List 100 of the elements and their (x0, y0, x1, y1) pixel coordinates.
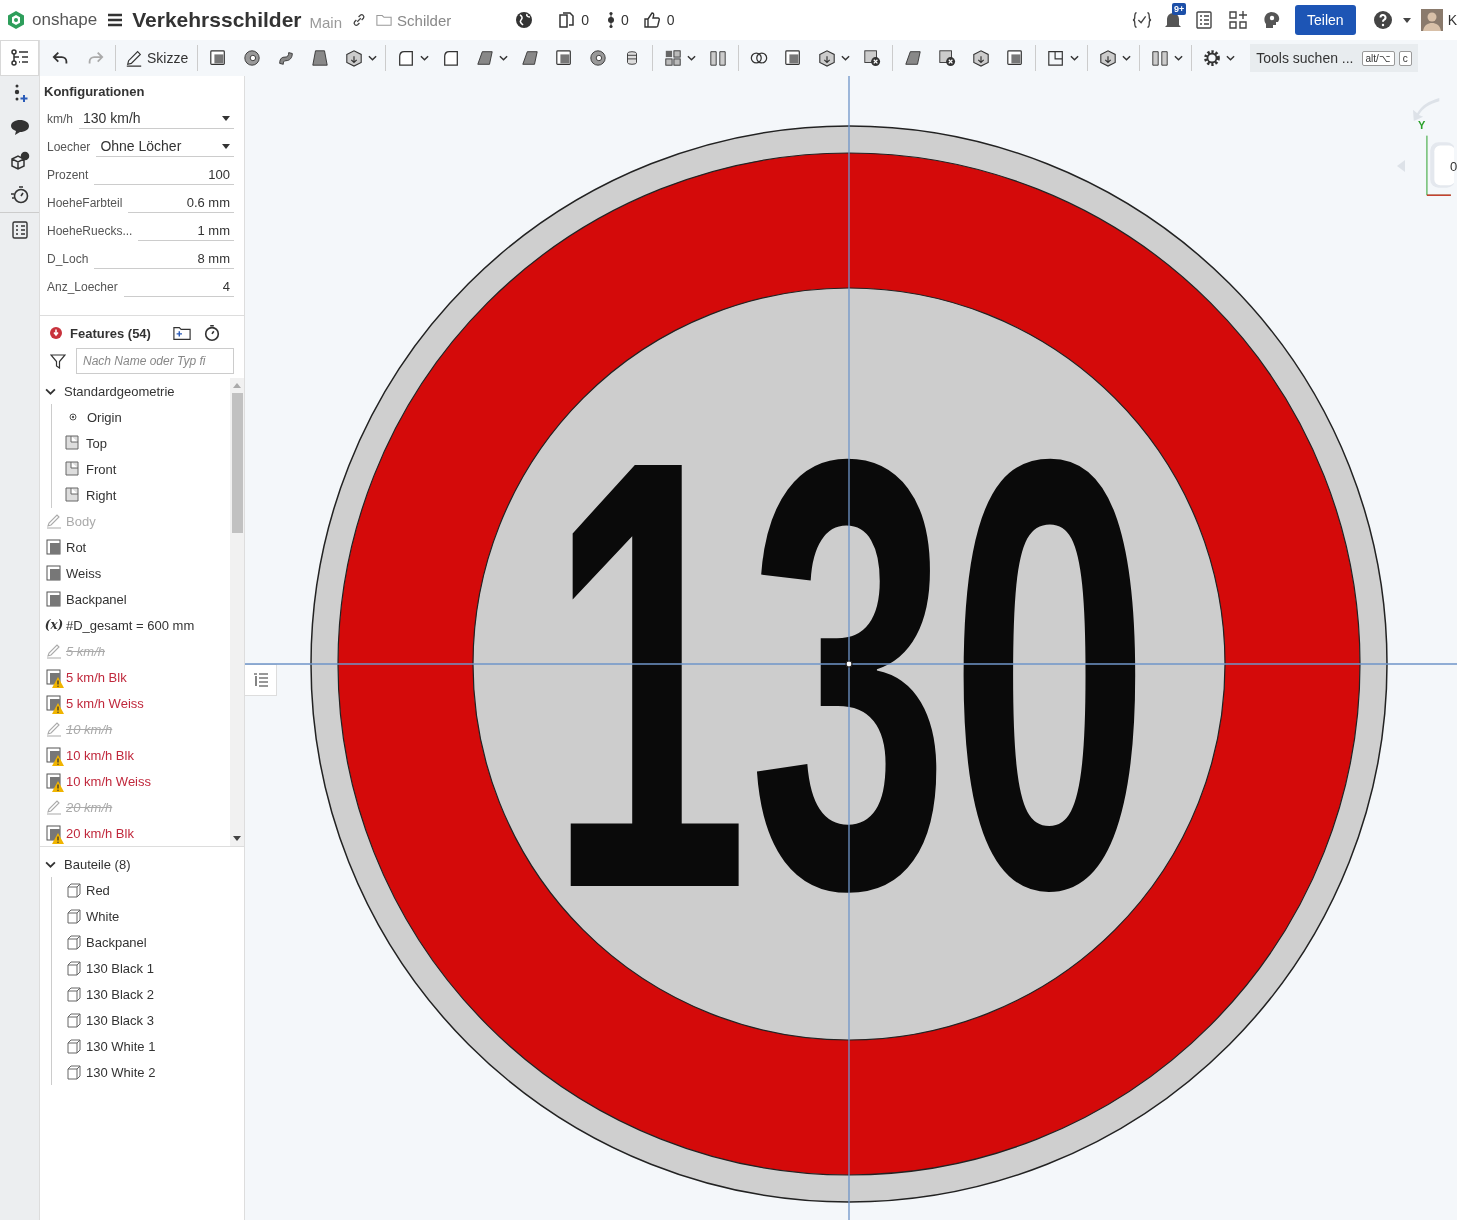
feature-name[interactable]: Origin (87, 409, 122, 425)
checklist-icon[interactable] (1194, 10, 1215, 30)
caret-icon[interactable] (1226, 55, 1236, 61)
menu-icon[interactable] (107, 12, 124, 28)
parameter-field[interactable]: 0.6 mm (128, 195, 234, 213)
part-name[interactable]: 130 White 1 (86, 1038, 156, 1054)
part-icon (65, 908, 81, 924)
scroll-thumb[interactable] (231, 393, 243, 533)
caret-icon[interactable] (420, 55, 430, 61)
part-name[interactable]: Red (86, 882, 110, 898)
pattern-icon[interactable] (664, 49, 683, 67)
part-name[interactable]: 130 Black 2 (86, 986, 154, 1002)
branch-icon[interactable] (607, 11, 616, 29)
feature-name[interactable]: 10 km/h Blk (66, 747, 134, 763)
surface-delete-icon[interactable] (938, 49, 957, 67)
part-name[interactable]: 130 Black 3 (86, 1012, 154, 1028)
shortcut-key: c (1398, 50, 1412, 66)
caret-icon[interactable] (1174, 55, 1184, 61)
tree-group[interactable]: Standardgeometrie (44, 378, 230, 404)
parameter-dropdown[interactable]: Ohne Löcher (96, 138, 234, 157)
chevron-icon[interactable] (45, 387, 56, 395)
revolve-icon[interactable] (243, 49, 262, 67)
feature-name[interactable]: Front (86, 461, 117, 477)
filter-icon[interactable] (50, 353, 66, 369)
caret-icon[interactable] (687, 55, 697, 61)
part-name[interactable]: 130 White 2 (86, 1064, 156, 1080)
copy-count: 0 (581, 12, 590, 28)
stopwatch-icon[interactable] (202, 324, 221, 342)
parameter-field[interactable]: 4 (123, 279, 234, 297)
cone-icon[interactable] (311, 49, 330, 67)
thumbs-up-icon[interactable] (642, 11, 661, 29)
filter-field[interactable]: Nach Name oder Typ fi (76, 348, 234, 374)
shortcut-key: alt/⌥ (1361, 50, 1395, 66)
caret-icon[interactable] (1122, 55, 1132, 61)
extrude-icon (46, 565, 62, 581)
caret-icon[interactable] (841, 55, 851, 61)
help-icon[interactable] (1372, 10, 1393, 30)
fillet-icon[interactable] (397, 49, 416, 67)
wedge-icon[interactable] (476, 49, 495, 67)
parameter-field[interactable]: 1 mm (138, 223, 234, 241)
feature-name[interactable]: Rot (66, 539, 87, 555)
feature-name[interactable]: 5 km/h Weiss (66, 695, 144, 711)
tree-group[interactable]: Bauteile (8) (44, 851, 244, 877)
pencil-icon (46, 721, 62, 737)
feature-name[interactable]: Right (86, 487, 117, 503)
parameter-field[interactable]: 8 mm (94, 251, 234, 269)
view-cube-label[interactable]: 0 (1450, 159, 1457, 174)
branch-count: 0 (621, 12, 629, 28)
part-name[interactable]: White (86, 908, 120, 924)
list-toggle-icon[interactable] (245, 664, 277, 696)
settings-icon[interactable] (1203, 49, 1222, 67)
brand-name[interactable]: onshape (32, 10, 98, 30)
variable-check-icon[interactable] (1132, 10, 1153, 30)
globe-icon[interactable] (515, 11, 534, 29)
caret-icon (222, 143, 230, 149)
user-name[interactable]: K (1447, 12, 1457, 28)
features-title[interactable]: Features (54) (70, 325, 151, 341)
pipe-icon[interactable] (277, 49, 296, 67)
scroll-down-icon[interactable] (233, 836, 241, 841)
boolean-icon[interactable] (750, 49, 769, 67)
plane-icon[interactable] (1047, 49, 1066, 67)
link-icon[interactable] (352, 13, 367, 27)
origin-icon (69, 413, 77, 421)
sketch-button[interactable]: Skizze (119, 49, 195, 67)
scrollbar[interactable] (230, 378, 244, 846)
copy-icon[interactable] (557, 11, 576, 29)
caret-icon[interactable] (1402, 17, 1411, 23)
feature-name[interactable]: 20 km/h Blk (66, 825, 134, 841)
feature-name[interactable]: Top (86, 435, 107, 451)
parameter-label: Anz_Loecher (47, 280, 118, 296)
apps-icon[interactable] (1228, 10, 1249, 30)
part-name[interactable]: 130 Black 1 (86, 960, 154, 976)
chevron-icon[interactable] (45, 860, 56, 868)
parameter-field[interactable]: 100 (94, 167, 234, 185)
box-icon[interactable] (209, 49, 228, 67)
part-name[interactable]: Backpanel (86, 934, 147, 950)
folder-plus-icon[interactable] (172, 324, 191, 342)
parameter-dropdown[interactable]: 130 km/h (79, 110, 234, 129)
feature-name[interactable]: #D_gesamt = 600 mm (66, 617, 195, 633)
parameter-label: D_Loch (47, 252, 89, 268)
avatar-icon[interactable] (1420, 9, 1443, 31)
tool-search-label: Tools suchen ... (1256, 50, 1354, 66)
feature-name[interactable]: 5 km/h Blk (66, 669, 127, 685)
delete-icon[interactable] (863, 49, 882, 67)
caret-icon[interactable] (1070, 55, 1080, 61)
extrude-icon (46, 539, 62, 555)
feature-name[interactable]: 10 km/h Weiss (66, 773, 151, 789)
feature-name[interactable]: Backpanel (66, 591, 127, 607)
caret-icon[interactable] (368, 55, 378, 61)
mirror-icon[interactable] (709, 49, 728, 67)
tool-search-field[interactable]: Tools suchen ... alt/⌥ c (1250, 44, 1418, 72)
bell-icon[interactable] (1163, 10, 1184, 30)
parameter-label: HoeheFarbteil (47, 196, 123, 212)
share-button[interactable]: Teilen (1295, 5, 1356, 35)
folder-name[interactable]: Schilder (397, 11, 452, 29)
feature-name[interactable]: Weiss (66, 565, 102, 581)
caret-icon[interactable] (499, 55, 509, 61)
box-icon[interactable] (345, 49, 364, 67)
feature-list-icon[interactable] (0, 40, 39, 76)
parameter-label: Loecher (47, 140, 91, 156)
